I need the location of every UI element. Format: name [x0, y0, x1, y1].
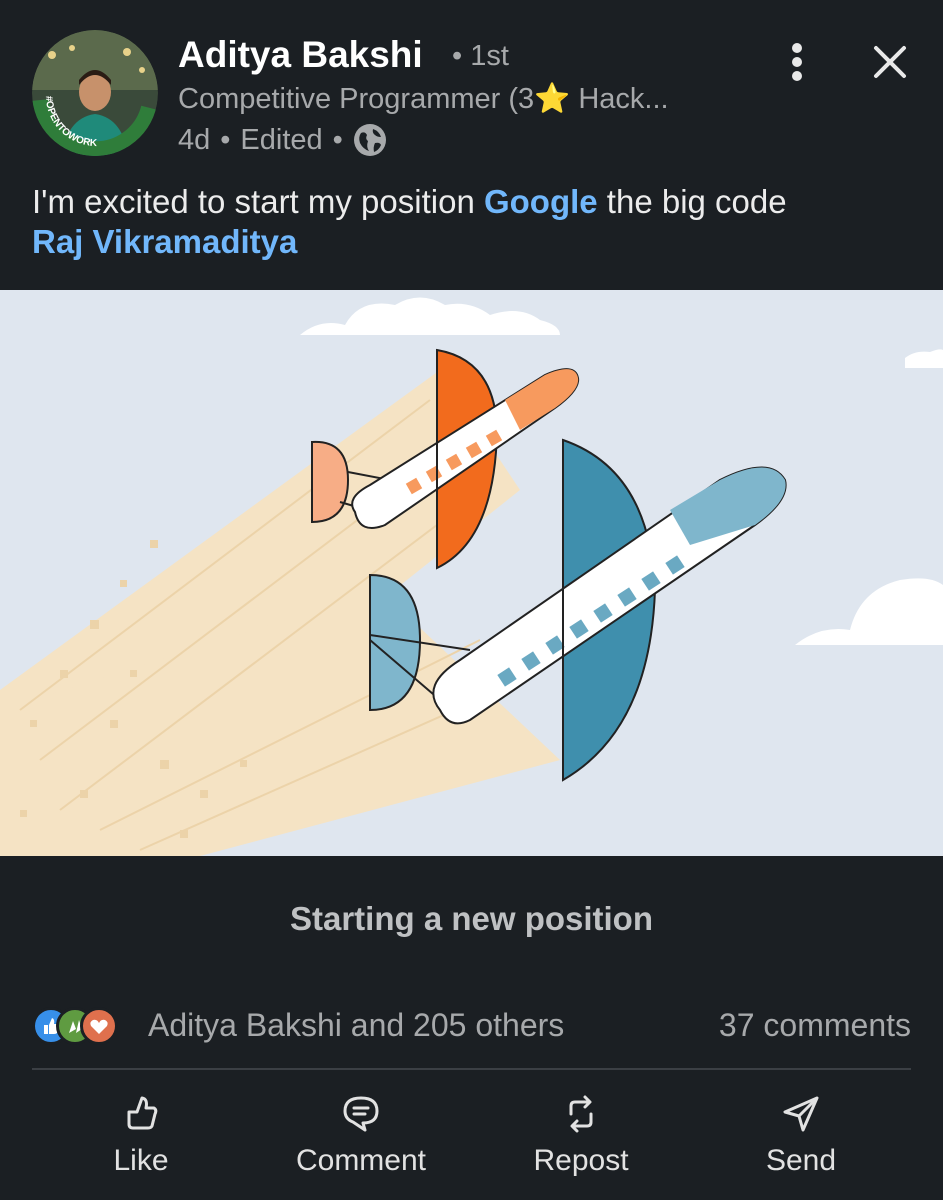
author-headline: Competitive Programmer (3⭐ Hack... — [178, 83, 669, 115]
globe-icon — [353, 124, 386, 156]
post-meta: 4d • Edited • — [178, 123, 387, 157]
post-media[interactable] — [0, 290, 943, 856]
send-icon — [783, 1096, 819, 1132]
reactions-summary[interactable]: Aditya Bakshi and 205 others — [148, 1007, 564, 1044]
like-button[interactable]: Like — [41, 1092, 241, 1178]
avatar-image: #OPENTOWORK — [32, 30, 158, 156]
repost-button[interactable]: Repost — [481, 1092, 681, 1178]
thumbs-up-icon — [127, 1096, 158, 1130]
post-text: I'm excited to start my position Google … — [32, 182, 912, 262]
media-caption: Starting a new position — [289, 900, 654, 937]
meta-separator: • — [332, 123, 343, 156]
more-options-icon[interactable] — [780, 42, 814, 82]
close-icon[interactable] — [870, 42, 910, 82]
repost-icon — [569, 1095, 593, 1133]
edited-label: Edited — [240, 123, 323, 156]
comments-count[interactable]: 37 comments — [719, 1007, 911, 1044]
connection-degree: • 1st — [452, 40, 509, 72]
meta-separator: • — [220, 123, 231, 156]
comment-icon — [343, 1096, 379, 1132]
airplanes-illustration — [0, 290, 943, 856]
comment-button[interactable]: Comment — [261, 1092, 461, 1178]
divider — [32, 1068, 911, 1070]
post-time: 4d — [178, 123, 211, 156]
person-mention[interactable]: Raj Vikramaditya — [32, 223, 297, 260]
love-icon — [80, 1007, 118, 1045]
author-name[interactable]: Aditya Bakshi — [178, 34, 423, 76]
post-text-after: the big code — [597, 183, 787, 220]
repost-label: Repost — [533, 1144, 629, 1177]
comment-label: Comment — [295, 1144, 427, 1177]
like-label: Like — [113, 1144, 169, 1177]
post-text-before: I'm excited to start my position — [32, 183, 484, 220]
send-button[interactable]: Send — [701, 1092, 901, 1178]
company-mention[interactable]: Google — [484, 183, 598, 220]
send-label: Send — [765, 1144, 837, 1177]
author-avatar[interactable]: #OPENTOWORK — [32, 30, 158, 156]
reaction-icons[interactable] — [32, 1005, 118, 1047]
